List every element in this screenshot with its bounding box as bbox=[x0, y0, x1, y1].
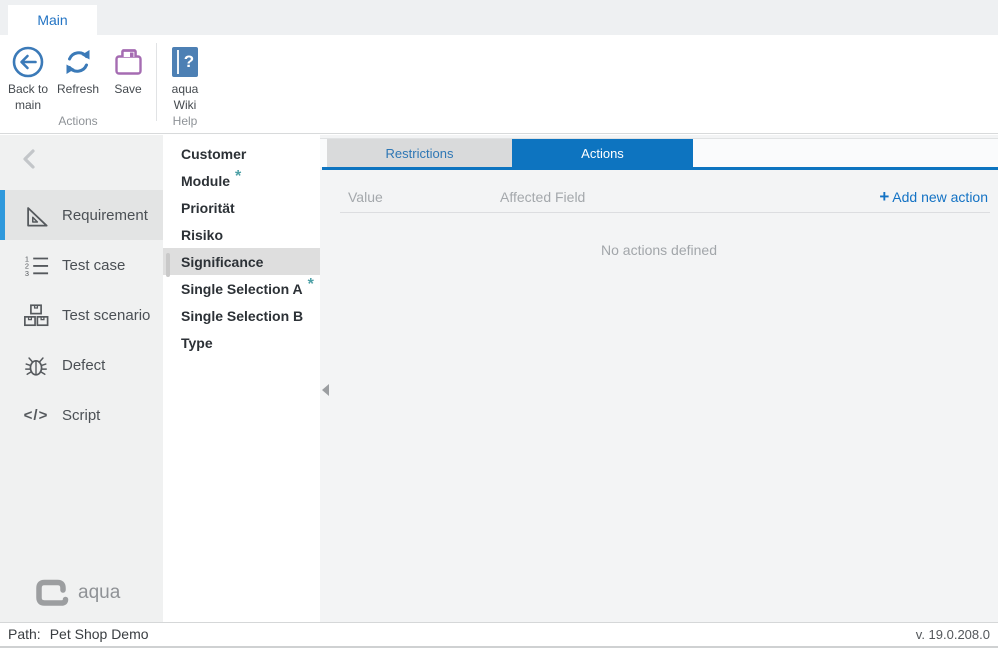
plus-icon: + bbox=[879, 187, 889, 206]
save-label: Save bbox=[114, 82, 141, 98]
aqua-wiki-button[interactable]: ? aqua Wiki bbox=[160, 42, 210, 113]
header-separator bbox=[340, 212, 990, 213]
version-text: v. 19.0.208.0 bbox=[916, 627, 990, 642]
sidebar-item-label: Test scenario bbox=[62, 307, 150, 324]
ribbon-group-label-help: Help bbox=[160, 113, 210, 133]
field-item-type[interactable]: Type bbox=[163, 329, 320, 356]
ribbon-group-label-actions: Actions bbox=[3, 113, 153, 133]
sidebar: Requirement 1 2 3 Test case bbox=[0, 135, 163, 622]
field-item-single-selection-a[interactable]: Single Selection A * bbox=[163, 275, 320, 302]
test-scenario-icon bbox=[22, 301, 50, 329]
sidebar-collapse-button[interactable] bbox=[18, 147, 42, 171]
aqua-logo: aqua bbox=[34, 578, 120, 608]
ribbon-tabstrip: Main bbox=[0, 0, 998, 35]
main-panel: Restrictions Actions Value Affected Fiel… bbox=[320, 135, 998, 622]
ribbon: Back to main Refresh bbox=[0, 35, 998, 134]
add-new-action-link[interactable]: +Add new action bbox=[879, 187, 988, 207]
field-label: Risiko bbox=[181, 227, 223, 243]
main-tabbar: Restrictions Actions bbox=[320, 138, 998, 167]
back-to-main-label: Back to main bbox=[3, 82, 53, 113]
save-button[interactable]: Save bbox=[103, 42, 153, 113]
field-item-single-selection-b[interactable]: Single Selection B bbox=[163, 302, 320, 329]
refresh-icon bbox=[62, 44, 94, 80]
column-header-affected-field: Affected Field bbox=[500, 189, 585, 205]
field-item-prioritaet[interactable]: Priorität bbox=[163, 194, 320, 221]
ribbon-group-help: ? aqua Wiki Help bbox=[160, 35, 210, 133]
field-item-customer[interactable]: Customer bbox=[163, 140, 320, 167]
defect-bug-icon bbox=[22, 351, 50, 379]
sidebar-item-label: Script bbox=[62, 407, 100, 424]
chevron-left-icon bbox=[18, 147, 42, 171]
path-label: Path: bbox=[8, 626, 41, 642]
field-label: Priorität bbox=[181, 200, 235, 216]
wiki-book-icon: ? bbox=[172, 44, 198, 80]
sidebar-item-defect[interactable]: Defect bbox=[0, 340, 163, 390]
refresh-button[interactable]: Refresh bbox=[53, 42, 103, 113]
path-value: Pet Shop Demo bbox=[50, 626, 149, 642]
required-marker-icon: * bbox=[308, 276, 314, 294]
tab-restrictions[interactable]: Restrictions bbox=[327, 139, 512, 168]
ribbon-group-actions: Back to main Refresh bbox=[0, 35, 153, 133]
back-to-main-button[interactable]: Back to main bbox=[3, 42, 53, 113]
aqua-wiki-label: aqua Wiki bbox=[160, 82, 210, 113]
sidebar-item-script[interactable]: </> Script bbox=[0, 390, 163, 440]
status-bar: Path: Pet Shop Demo v. 19.0.208.0 bbox=[0, 622, 998, 648]
body: Requirement 1 2 3 Test case bbox=[0, 135, 998, 622]
aqua-logo-mark bbox=[34, 578, 70, 608]
sidebar-item-test-case[interactable]: 1 2 3 Test case bbox=[0, 240, 163, 290]
svg-text:3: 3 bbox=[25, 269, 29, 278]
field-label: Significance bbox=[181, 254, 263, 270]
requirement-icon bbox=[22, 201, 50, 229]
field-label: Single Selection A bbox=[181, 281, 303, 297]
required-marker-icon: * bbox=[235, 168, 241, 186]
aqua-logo-text: aqua bbox=[78, 582, 120, 604]
tab-actions[interactable]: Actions bbox=[512, 139, 693, 168]
field-label: Customer bbox=[181, 146, 246, 162]
back-icon bbox=[11, 44, 45, 80]
actions-grid-header: Value Affected Field +Add new action bbox=[320, 187, 998, 211]
field-item-risiko[interactable]: Risiko bbox=[163, 221, 320, 248]
sidebar-item-test-scenario[interactable]: Test scenario bbox=[0, 290, 163, 340]
ribbon-separator bbox=[156, 43, 157, 121]
add-new-action-label: Add new action bbox=[892, 189, 988, 205]
panel-collapse-handle-icon[interactable] bbox=[322, 384, 329, 396]
column-header-value: Value bbox=[348, 189, 383, 205]
active-tab-underline bbox=[322, 167, 998, 170]
question-mark-glyph: ? bbox=[180, 47, 198, 77]
status-path: Path: Pet Shop Demo bbox=[8, 626, 149, 642]
field-label: Single Selection B bbox=[181, 308, 303, 324]
refresh-label: Refresh bbox=[57, 82, 99, 98]
save-icon bbox=[112, 44, 144, 80]
field-item-module[interactable]: Module * bbox=[163, 167, 320, 194]
sidebar-item-requirement[interactable]: Requirement bbox=[0, 190, 163, 240]
test-case-icon: 1 2 3 bbox=[22, 251, 50, 279]
script-code-icon: </> bbox=[22, 401, 50, 429]
field-item-significance[interactable]: Significance bbox=[163, 248, 320, 275]
sidebar-nav: Requirement 1 2 3 Test case bbox=[0, 190, 163, 440]
sidebar-item-label: Defect bbox=[62, 357, 105, 374]
field-label: Module bbox=[181, 173, 230, 189]
field-list: Customer Module * Priorität Risiko Signi… bbox=[163, 135, 320, 622]
book-spine bbox=[177, 50, 179, 74]
sidebar-item-label: Requirement bbox=[62, 207, 148, 224]
ribbon-tab-main[interactable]: Main bbox=[8, 5, 97, 35]
empty-state-text: No actions defined bbox=[320, 242, 998, 258]
field-label: Type bbox=[181, 335, 213, 351]
sidebar-item-label: Test case bbox=[62, 257, 125, 274]
app-window: Main Back to main bbox=[0, 0, 998, 648]
scrollbar-thumb[interactable] bbox=[166, 253, 170, 277]
